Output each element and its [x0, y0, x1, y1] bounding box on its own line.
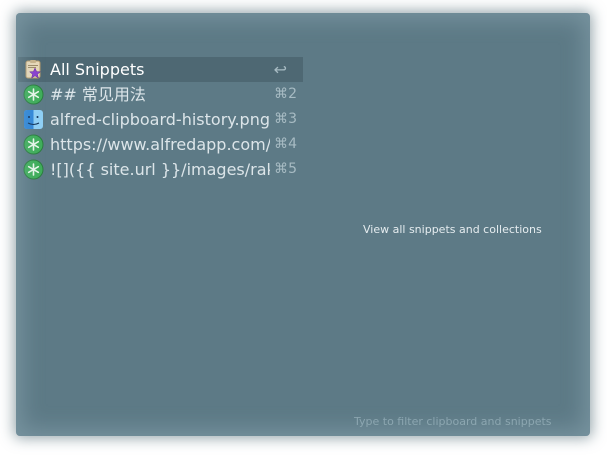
snippet-asterisk-icon [23, 84, 44, 105]
finder-icon [23, 109, 44, 130]
alfred-clipboard-window: All Snippets ↩ ## 常见用法 ⌘2 alfred-clipboa… [16, 13, 590, 436]
shortcut-hint: ⌘3 [274, 111, 297, 127]
result-row-file[interactable]: alfred-clipboard-history.png ⌘3 [18, 107, 303, 132]
result-row-all-snippets[interactable]: All Snippets ↩ [18, 57, 303, 82]
result-title: https://www.alfredapp.com/ [50, 135, 270, 154]
result-title: ## 常见用法 [50, 85, 146, 104]
snippet-asterisk-icon [23, 159, 44, 180]
shortcut-hint: ⌘5 [274, 161, 297, 177]
snippet-asterisk-icon [23, 134, 44, 155]
preview-description: View all snippets and collections [363, 223, 542, 236]
shortcut-hint: ⌘4 [274, 136, 297, 152]
snippets-clipboard-star-icon [23, 59, 44, 80]
result-title: ![]({{ site.url }}/images/rake-... [50, 160, 270, 179]
results-list: All Snippets ↩ ## 常见用法 ⌘2 alfred-clipboa… [18, 57, 303, 182]
shortcut-hint: ⌘2 [274, 86, 297, 102]
result-title: All Snippets [50, 60, 145, 79]
return-key-hint: ↩ [273, 60, 287, 79]
result-row-snippet[interactable]: https://www.alfredapp.com/ ⌘4 [18, 132, 303, 157]
result-row-snippet[interactable]: ## 常见用法 ⌘2 [18, 82, 303, 107]
result-title: alfred-clipboard-history.png [50, 110, 270, 129]
result-row-snippet[interactable]: ![]({{ site.url }}/images/rake-... ⌘5 [18, 157, 303, 182]
filter-hint: Type to filter clipboard and snippets [354, 415, 552, 428]
